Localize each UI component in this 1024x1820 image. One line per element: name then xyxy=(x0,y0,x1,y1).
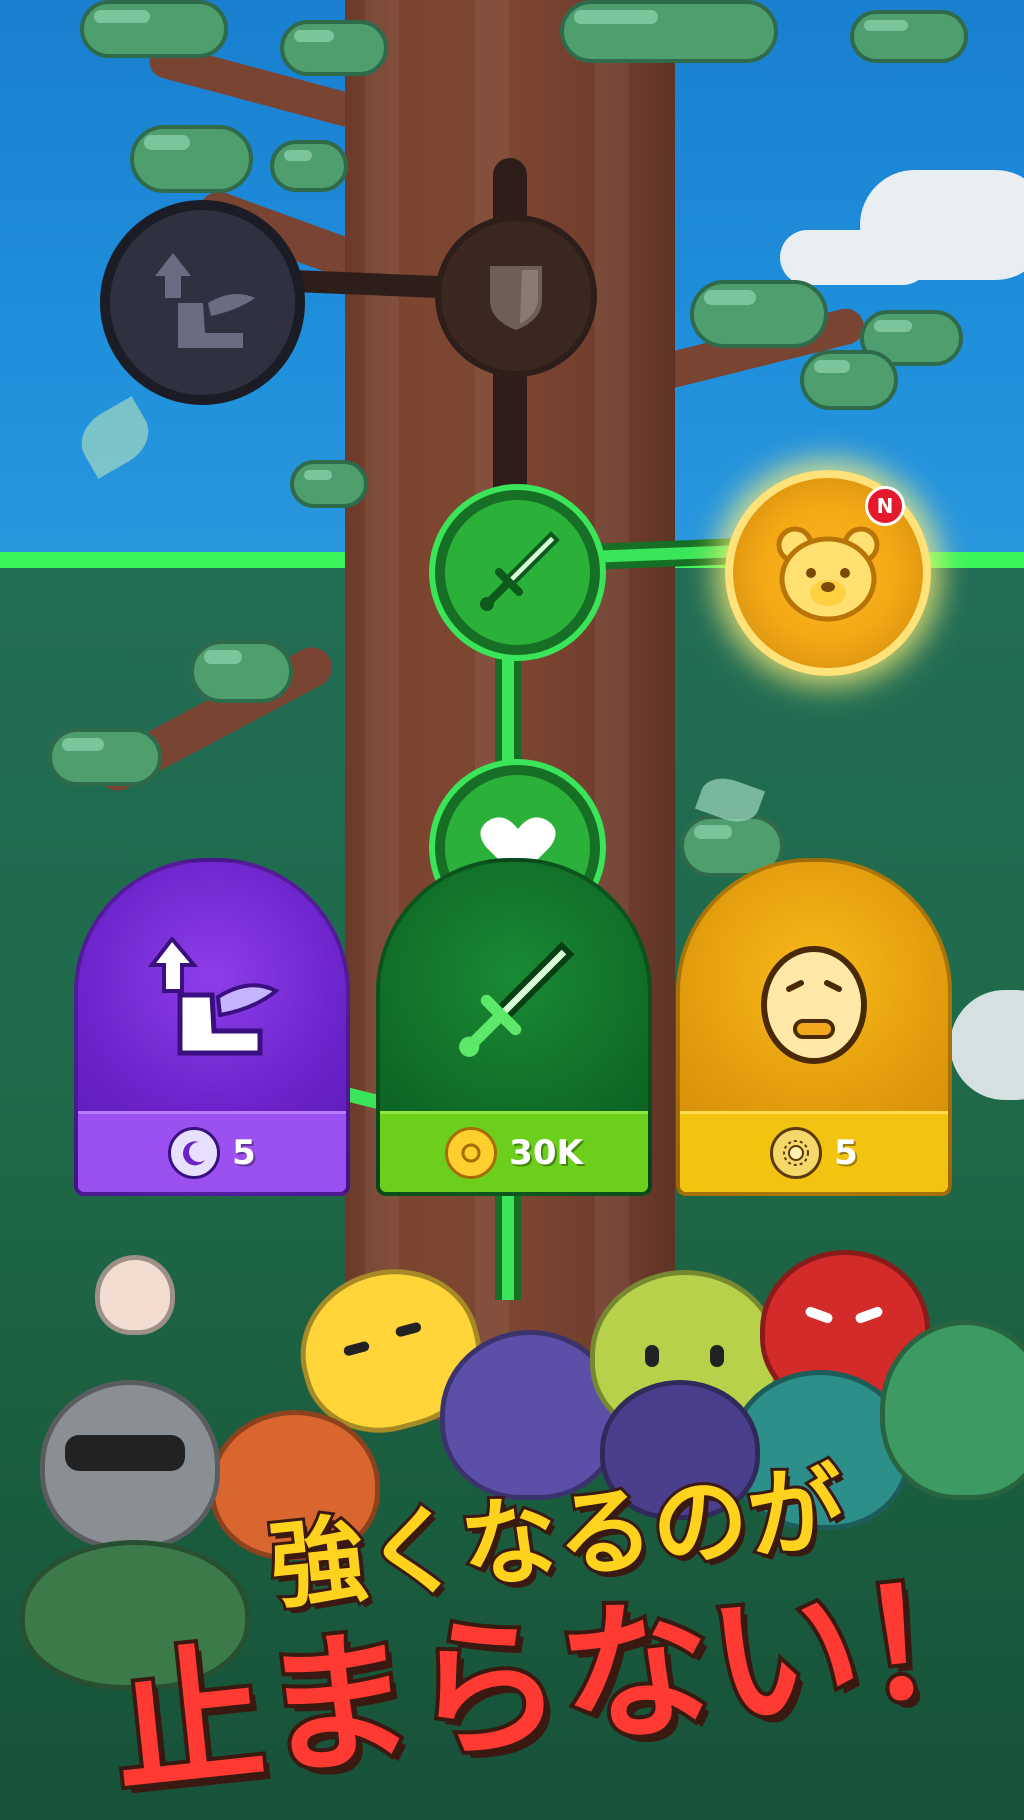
upgrade-card-slime[interactable]: 5 xyxy=(676,858,952,1196)
price-bar: 5 xyxy=(680,1111,948,1192)
sword-icon xyxy=(459,941,575,1057)
price-bar: 30K xyxy=(380,1111,648,1192)
price-label: 5 xyxy=(834,1133,858,1173)
character-spy xyxy=(40,1380,220,1550)
sun-coin-icon xyxy=(770,1127,823,1179)
game-scene: N 5 30K 5 強くなるのが 止まらない！ xyxy=(0,0,1024,1820)
skill-node-speed-locked[interactable] xyxy=(100,200,305,405)
character-hamster xyxy=(95,1255,175,1335)
upgrade-card-attack[interactable]: 30K xyxy=(376,858,652,1196)
skill-node-attack[interactable] xyxy=(435,490,600,655)
price-bar: 5 xyxy=(78,1111,346,1192)
bear-face-icon xyxy=(776,526,880,622)
skill-node-defense-locked[interactable] xyxy=(435,215,597,377)
sword-icon xyxy=(479,530,560,611)
winged-boot-up-icon xyxy=(147,937,280,1056)
price-label: 5 xyxy=(232,1133,256,1173)
shield-icon xyxy=(490,266,542,330)
winged-boot-up-icon xyxy=(154,252,255,348)
upgrade-card-speed[interactable]: 5 xyxy=(74,858,350,1196)
moon-coin-icon xyxy=(168,1127,221,1179)
gold-coin-icon xyxy=(445,1127,498,1179)
price-label: 30K xyxy=(509,1133,583,1173)
new-badge: N xyxy=(865,486,905,526)
slime-face-icon xyxy=(761,946,867,1064)
